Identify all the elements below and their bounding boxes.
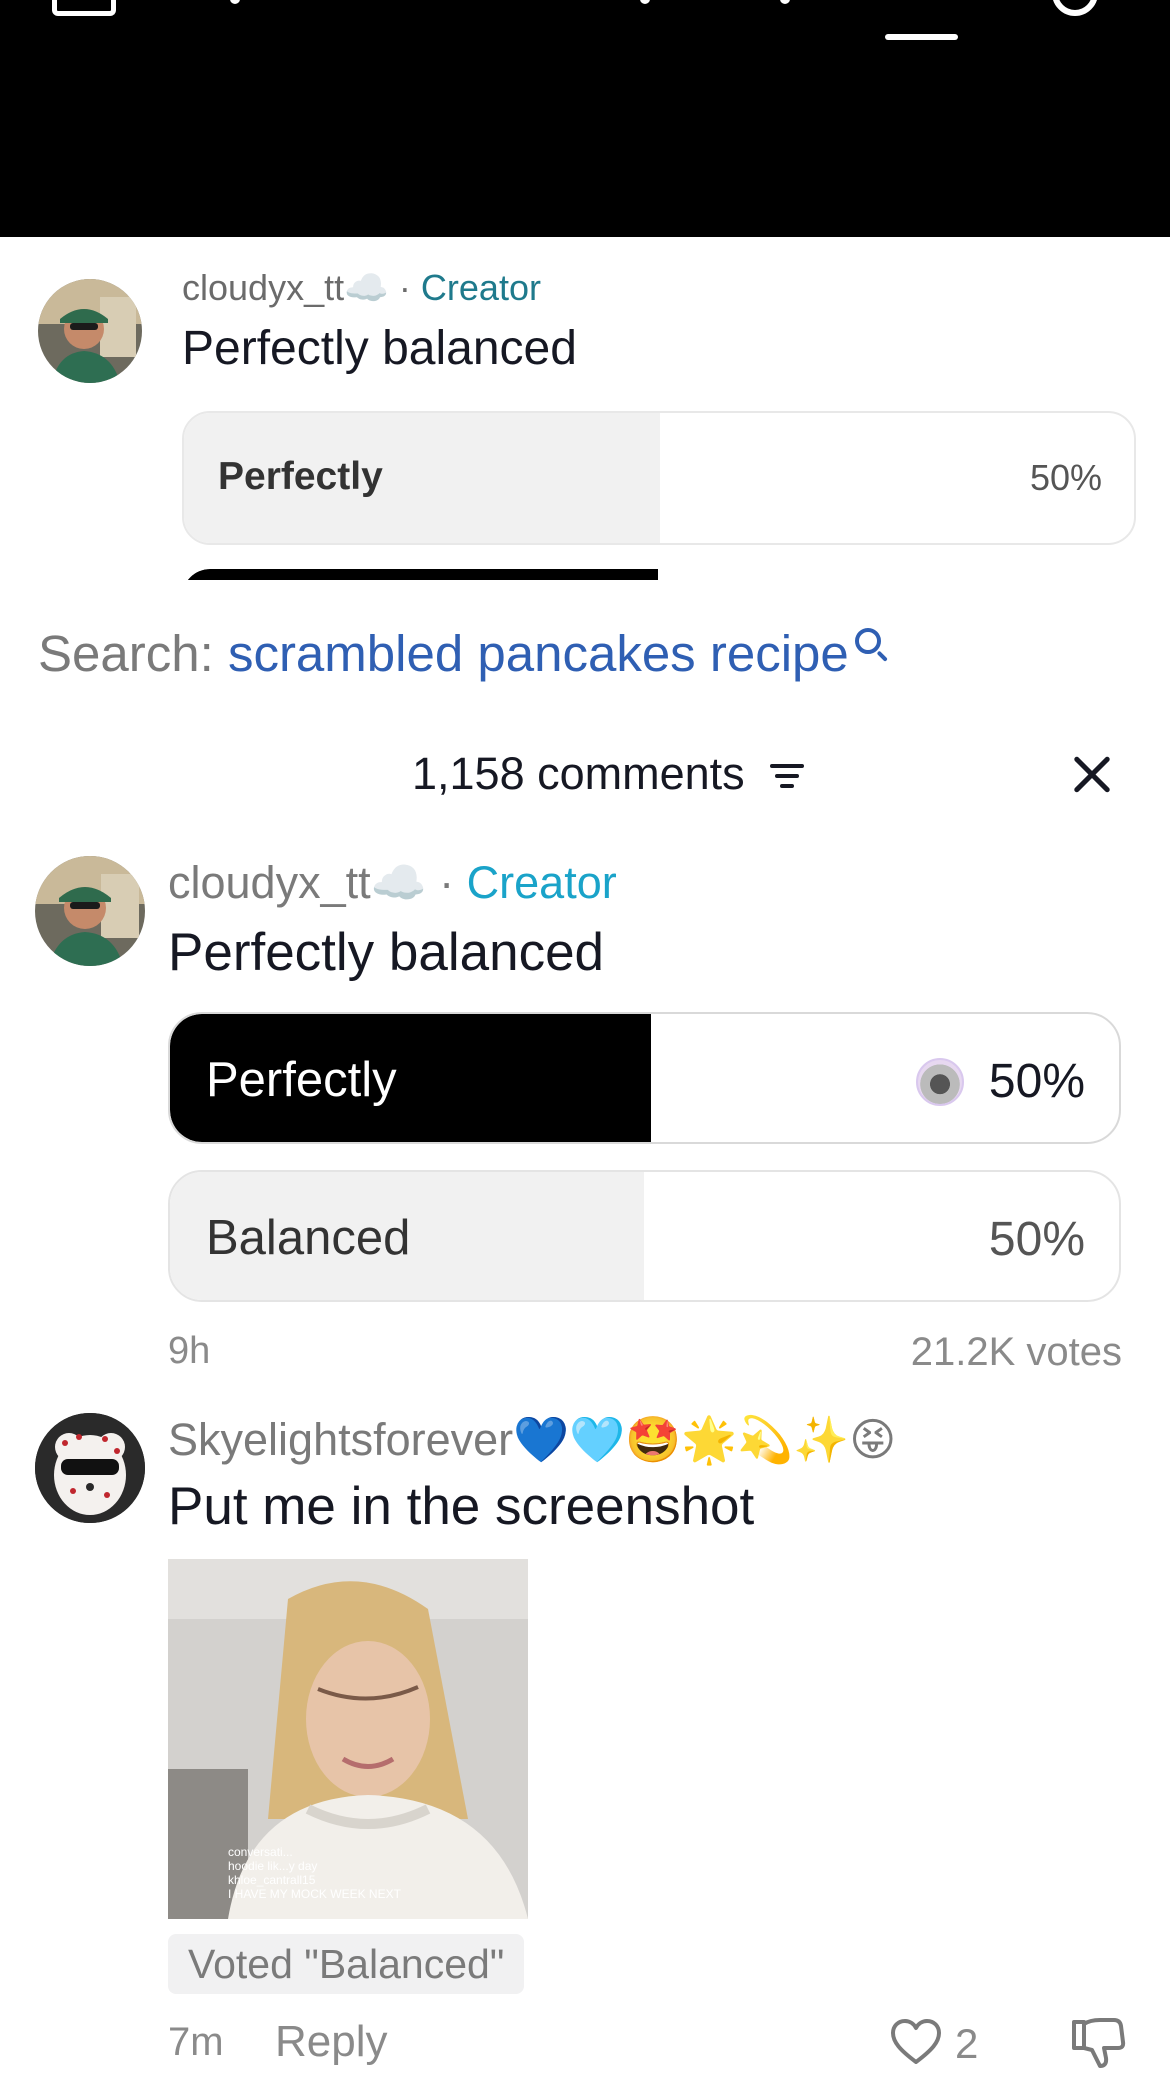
- creator-badge: Creator: [420, 267, 541, 308]
- screenshot-overlay-text: conversati... hoodie lik...y day khloe_c…: [228, 1845, 401, 1901]
- comment-author[interactable]: cloudyx_tt☁️ · Creator: [182, 267, 541, 309]
- separator: ·: [426, 857, 467, 908]
- username-text: Skyelightsforever: [168, 1414, 514, 1465]
- top-search-icon[interactable]: [1052, 0, 1098, 16]
- inbox-icon[interactable]: [52, 0, 116, 16]
- voted-badge: Voted "Balanced": [168, 1934, 525, 1994]
- close-icon[interactable]: [1066, 750, 1116, 800]
- thumbs-down-icon[interactable]: [1070, 2016, 1126, 2070]
- comment-author[interactable]: Skyelightsforever💙🩵🤩🌟💫✨😝: [168, 1413, 896, 1466]
- comments-count: 1,158 comments: [412, 748, 745, 799]
- overlay-line: I HAVE MY MOCK WEEK NEXT: [228, 1887, 401, 1901]
- avatar-photo: [35, 1413, 145, 1523]
- tab-indicator-dot: [780, 0, 790, 4]
- poll-option-percent: 50%: [988, 1055, 1085, 1108]
- separator: ·: [388, 267, 421, 308]
- tab-indicator-dot: [640, 0, 650, 4]
- overlay-line: khloe_cantrall15: [228, 1873, 316, 1887]
- heart-icon[interactable]: [890, 2018, 942, 2066]
- search-suggestion[interactable]: Search: scrambled pancakes recipe: [38, 624, 889, 683]
- video-header: [0, 0, 1170, 237]
- overlay-line: hoodie lik...y day: [228, 1859, 318, 1873]
- avatar-photo: [35, 856, 145, 966]
- search-icon[interactable]: [853, 626, 889, 662]
- poll-option-label: Perfectly: [218, 455, 383, 498]
- poll-option-partial: [182, 569, 1136, 580]
- comment-timestamp: 7m: [168, 2020, 224, 2064]
- username-text: cloudyx_tt: [182, 267, 345, 308]
- avatar[interactable]: [35, 856, 145, 966]
- avatar[interactable]: [38, 279, 142, 383]
- tab-indicator-dot: [230, 0, 240, 4]
- poll-option[interactable]: Perfectly 50%: [182, 411, 1136, 545]
- background-poll-comment: cloudyx_tt☁️ · Creator Perfectly balance…: [0, 237, 1170, 580]
- poll-option-label: Perfectly: [206, 1053, 397, 1107]
- avatar-photo: [38, 279, 142, 383]
- active-tab-underline: [885, 34, 958, 40]
- creator-badge: Creator: [466, 857, 617, 908]
- cloud-emoji: ☁️: [344, 267, 389, 308]
- sort-icon[interactable]: [770, 760, 806, 792]
- username-emojis: 💙🩵🤩🌟💫✨😝: [513, 1414, 897, 1465]
- poll-option-label: Balanced: [206, 1211, 411, 1265]
- search-label: Search:: [38, 625, 228, 682]
- username-text: cloudyx_tt: [168, 857, 371, 908]
- reply-button[interactable]: Reply: [275, 2017, 388, 2067]
- like-count: 2: [955, 2020, 979, 2067]
- poll-option-balanced[interactable]: Balanced 50%: [168, 1170, 1121, 1302]
- comments-header: 1,158 comments: [0, 740, 1170, 810]
- avatar[interactable]: [35, 1413, 145, 1523]
- attached-screenshot-image[interactable]: conversati... hoodie lik...y day khloe_c…: [168, 1559, 528, 1919]
- search-query[interactable]: scrambled pancakes recipe: [228, 625, 849, 682]
- comment-text: Put me in the screenshot: [168, 1477, 755, 1536]
- comment-author[interactable]: cloudyx_tt☁️ · Creator: [168, 856, 617, 909]
- poll-option-percent: 50%: [988, 1213, 1085, 1266]
- overlay-line: conversati...: [228, 1845, 293, 1859]
- poll-option-percent: 50%: [1029, 457, 1102, 498]
- voter-avatar: [916, 1058, 964, 1106]
- poll-option-perfectly[interactable]: Perfectly 50%: [168, 1012, 1121, 1144]
- poll-option-fill: [182, 569, 658, 580]
- comment-text: Perfectly balanced: [168, 923, 605, 982]
- comment-text: Perfectly balanced: [182, 322, 577, 375]
- comments-sheet: Search: scrambled pancakes recipe 1,158 …: [0, 580, 1170, 2080]
- comment-timestamp: 9h: [168, 1330, 211, 1372]
- cloud-emoji: ☁️: [370, 857, 427, 908]
- poll-vote-count: 21.2K votes: [910, 1330, 1122, 1374]
